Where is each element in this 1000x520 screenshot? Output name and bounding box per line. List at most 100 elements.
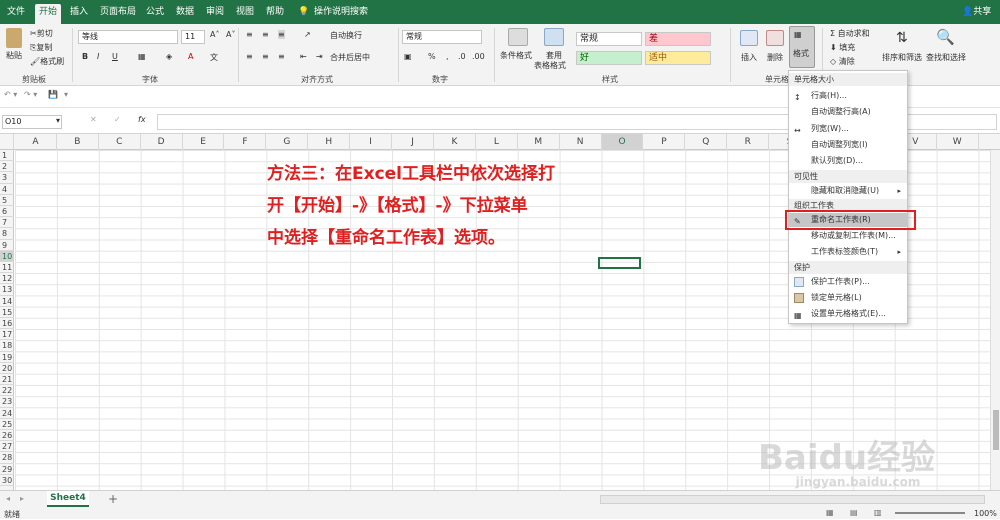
- insert-cells-button[interactable]: 插入: [741, 52, 757, 63]
- column-header[interactable]: P: [644, 134, 686, 150]
- row-header[interactable]: 30: [0, 475, 14, 486]
- cut-button[interactable]: ✂剪切: [30, 28, 53, 39]
- format-cells-button[interactable]: [789, 26, 815, 68]
- cancel-icon[interactable]: ✕: [90, 115, 97, 124]
- column-header[interactable]: L: [476, 134, 518, 150]
- style-good[interactable]: 好: [576, 51, 642, 65]
- row-header[interactable]: 9: [0, 240, 14, 251]
- column-header[interactable]: H: [308, 134, 351, 150]
- delete-cells-button[interactable]: 删除: [767, 52, 783, 63]
- style-bad[interactable]: 差: [645, 32, 711, 46]
- paste-icon[interactable]: [6, 28, 22, 48]
- active-cell-o10[interactable]: [598, 257, 641, 269]
- row-header[interactable]: 27: [0, 441, 14, 453]
- row-header[interactable]: 11: [0, 262, 14, 274]
- menu-item-tab-color[interactable]: 工作表标签颜色(T) ▸: [789, 245, 907, 259]
- clear-button[interactable]: ◇ 清除: [830, 56, 855, 67]
- align-right-icon[interactable]: ≡: [278, 52, 285, 61]
- align-left-icon[interactable]: ≡: [246, 52, 253, 61]
- border-icon[interactable]: ▦: [138, 52, 146, 61]
- row-header[interactable]: 12: [0, 273, 14, 285]
- insert-cells-icon[interactable]: [740, 30, 758, 46]
- tab-insert[interactable]: 插入: [66, 4, 92, 24]
- column-header[interactable]: Q: [685, 134, 728, 150]
- autosum-button[interactable]: Σ 自动求和: [830, 28, 870, 39]
- font-shrink-icon[interactable]: A˅: [226, 30, 235, 39]
- menu-item-default-width[interactable]: 默认列宽(D)...: [789, 154, 907, 168]
- add-sheet-button[interactable]: +: [108, 492, 118, 506]
- page-layout-view-icon[interactable]: ▤: [850, 508, 858, 517]
- row-header[interactable]: 18: [0, 340, 14, 352]
- font-grow-icon[interactable]: A˄: [210, 30, 219, 39]
- name-box[interactable]: O10: [2, 115, 62, 129]
- decimal-increase-icon[interactable]: .0: [458, 52, 466, 61]
- customize-qat-icon[interactable]: ▾: [64, 90, 68, 99]
- scroll-tabs-right-icon[interactable]: ▸: [20, 494, 24, 503]
- row-header[interactable]: 14: [0, 296, 14, 307]
- enter-icon[interactable]: ✓: [114, 115, 121, 124]
- sort-filter-icon[interactable]: ⇅: [896, 30, 908, 46]
- align-bottom-icon[interactable]: ≡: [278, 30, 285, 39]
- row-header[interactable]: 1: [0, 150, 14, 162]
- format-painter-button[interactable]: 🖌格式刷: [30, 56, 64, 67]
- conditional-format-icon[interactable]: [508, 28, 528, 46]
- copy-button[interactable]: ⎘复制: [30, 42, 52, 53]
- italic-button[interactable]: I: [97, 52, 99, 61]
- phonetic-icon[interactable]: 文: [210, 52, 218, 63]
- menu-item-row-height[interactable]: ↕ 行高(H)...: [789, 89, 907, 103]
- menu-item-lock-cell[interactable]: 锁定单元格(L): [789, 291, 907, 305]
- row-header[interactable]: 29: [0, 464, 14, 475]
- tab-formulas[interactable]: 公式: [142, 4, 168, 24]
- column-header[interactable]: D: [141, 134, 183, 150]
- save-icon[interactable]: 💾: [48, 90, 58, 99]
- insert-function-button[interactable]: fx: [138, 115, 146, 124]
- row-header[interactable]: 16: [0, 318, 14, 330]
- menu-item-column-width[interactable]: ↔ 列宽(W)...: [789, 122, 907, 136]
- percent-icon[interactable]: %: [428, 52, 436, 61]
- row-header[interactable]: 21: [0, 374, 14, 386]
- row-header[interactable]: 7: [0, 217, 14, 229]
- currency-icon[interactable]: ▣: [404, 52, 412, 61]
- sheet-tab-sheet4[interactable]: Sheet4: [47, 491, 89, 507]
- column-header[interactable]: E: [183, 134, 225, 150]
- indent-increase-icon[interactable]: ⇥: [316, 52, 323, 61]
- row-header[interactable]: 10: [0, 250, 14, 262]
- row-header[interactable]: 6: [0, 206, 14, 218]
- table-format-icon[interactable]: [544, 28, 564, 46]
- font-size-select[interactable]: 11: [181, 30, 205, 44]
- row-header[interactable]: 17: [0, 329, 14, 341]
- menu-item-autofit-row[interactable]: 自动调整行高(A): [789, 105, 907, 119]
- undo-icon[interactable]: ↶ ▾: [4, 90, 17, 99]
- row-header[interactable]: 20: [0, 363, 14, 374]
- zoom-level[interactable]: 100%: [974, 509, 997, 518]
- row-header[interactable]: 5: [0, 195, 14, 206]
- conditional-format-button[interactable]: 条件格式: [500, 50, 532, 61]
- tab-page-layout[interactable]: 页面布局: [96, 4, 140, 24]
- bold-button[interactable]: B: [82, 52, 88, 61]
- style-normal[interactable]: 常规: [576, 32, 642, 46]
- row-header[interactable]: 2: [0, 161, 14, 173]
- find-select-button[interactable]: 查找和选择: [926, 52, 966, 63]
- column-header[interactable]: C: [99, 134, 141, 150]
- menu-item-protect-sheet[interactable]: 保护工作表(P)...: [789, 275, 907, 289]
- font-name-select[interactable]: 等线: [78, 30, 178, 44]
- row-header[interactable]: 15: [0, 307, 14, 318]
- row-header[interactable]: 26: [0, 430, 14, 442]
- underline-button[interactable]: U: [112, 52, 118, 61]
- decimal-decrease-icon[interactable]: .00: [472, 52, 485, 61]
- menu-item-hide-unhide[interactable]: 隐藏和取消隐藏(U) ▸: [789, 184, 907, 198]
- tab-data[interactable]: 数据: [172, 4, 198, 24]
- tell-me-search[interactable]: 操作说明搜索: [310, 4, 372, 24]
- column-header[interactable]: I: [350, 134, 393, 150]
- row-header[interactable]: 22: [0, 385, 14, 397]
- align-middle-icon[interactable]: ≡: [262, 30, 269, 39]
- name-box-dropdown-icon[interactable]: ▾: [56, 116, 60, 125]
- table-format-button-line2[interactable]: 表格格式: [534, 60, 566, 71]
- redo-icon[interactable]: ↷ ▾: [24, 90, 37, 99]
- column-header[interactable]: O: [601, 134, 644, 150]
- orientation-icon[interactable]: ↗: [304, 30, 311, 39]
- tab-help[interactable]: 帮助: [262, 4, 288, 24]
- fill-button[interactable]: ⬇ 填充: [830, 42, 855, 53]
- column-header[interactable]: F: [225, 134, 267, 150]
- row-header[interactable]: 3: [0, 172, 14, 184]
